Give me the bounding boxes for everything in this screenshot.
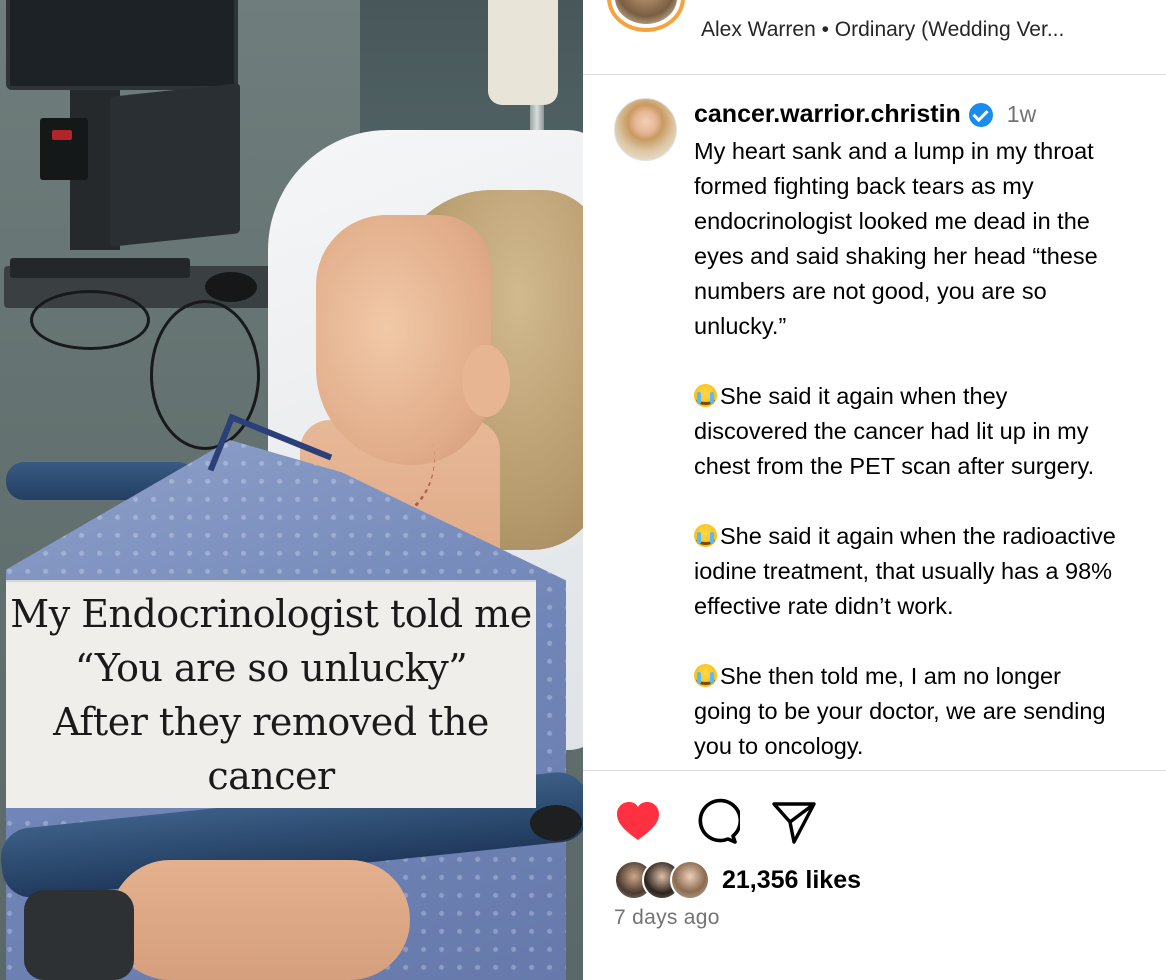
caption-line: chest from the PET scan after surgery.: [694, 453, 1095, 479]
caption-line: formed fighting back tears as my: [694, 173, 1034, 199]
post-media[interactable]: My Endocrinologist told me “You are so u…: [0, 0, 583, 980]
arm: [110, 860, 410, 980]
section-divider: [583, 770, 1166, 771]
likes-row: 21,356 likes: [614, 858, 861, 902]
monitor: [6, 0, 238, 90]
post-timestamp[interactable]: 7 days ago: [614, 906, 720, 930]
cable: [30, 290, 150, 350]
comments-scroll-area[interactable]: cancer.warrior.christin 1w My heart sank…: [583, 76, 1166, 770]
crying-face-emoji-icon: [694, 524, 717, 547]
verified-badge-icon: [968, 102, 993, 127]
comment-icon[interactable]: [692, 798, 740, 846]
liker-avatar: [670, 860, 710, 900]
crying-face-emoji-icon: [694, 664, 717, 687]
caption-line: going to be your doctor, we are sending: [694, 698, 1106, 724]
caption-paragraph: My heart sank and a lump in my throat fo…: [694, 134, 1166, 344]
comment-avatar[interactable]: [614, 98, 677, 161]
share-icon[interactable]: [770, 798, 818, 846]
caption-line: eyes and said shaking her head “these: [694, 243, 1098, 269]
caption-paragraph: She said it again when they discovered t…: [694, 379, 1166, 484]
author-avatar-story-ring[interactable]: [607, 0, 685, 32]
heart-icon[interactable]: [614, 798, 662, 846]
caption-line: unlucky.”: [694, 313, 787, 339]
post-header: Alex Warren • Ordinary (Wedding Ver...: [583, 0, 1166, 75]
crying-face-emoji-icon: [694, 384, 717, 407]
caption-line: She said it again when the radioactive: [720, 523, 1116, 549]
wall-phone: [488, 0, 558, 105]
rail-clamp: [24, 890, 134, 980]
caption-line: you to oncology.: [694, 733, 864, 759]
mouse: [205, 272, 257, 302]
face: [316, 215, 491, 465]
caption-paragraph: She then told me, I am no longer going t…: [694, 659, 1166, 764]
caption-line: She then told me, I am no longer: [720, 663, 1061, 689]
caption-line: endocrinologist looked me dead in the: [694, 208, 1090, 234]
ear: [462, 345, 510, 417]
caption-paragraph: She said it again when the radioactive i…: [694, 519, 1166, 624]
likes-count[interactable]: 21,356 likes: [722, 866, 861, 895]
device-led: [52, 130, 72, 140]
device-screen: [40, 118, 88, 180]
rail-cap: [530, 805, 582, 841]
bookmark-icon[interactable]: [1162, 798, 1166, 846]
caption-line: She said it again when they: [720, 383, 1008, 409]
media-caption-text: My Endocrinologist told me “You are so u…: [10, 592, 532, 798]
caption-line: numbers are not good, you are so: [694, 278, 1047, 304]
caption-line: iodine treatment, that usually has a 98%: [694, 558, 1113, 584]
audio-info-link[interactable]: Alex Warren • Ordinary (Wedding Ver...: [701, 18, 1064, 42]
media-caption-box: My Endocrinologist told me “You are so u…: [6, 580, 536, 808]
caption-line: My heart sank and a lump in my throat: [694, 138, 1094, 164]
medical-device: [110, 83, 240, 247]
keyboard: [10, 258, 190, 278]
action-bar: [614, 798, 1166, 846]
comment-header: cancer.warrior.christin 1w: [694, 100, 1036, 129]
comment-username[interactable]: cancer.warrior.christin: [694, 100, 961, 129]
caption-line: discovered the cancer had lit up in my: [694, 418, 1089, 444]
post-side-panel: Alex Warren • Ordinary (Wedding Ver... c…: [583, 0, 1166, 980]
caption-text: My heart sank and a lump in my throat fo…: [694, 134, 1166, 764]
caption-line: effective rate didn’t work.: [694, 593, 954, 619]
liker-avatars[interactable]: [614, 860, 718, 900]
avatar-image: [615, 0, 677, 24]
comment-time[interactable]: 1w: [1007, 101, 1036, 128]
